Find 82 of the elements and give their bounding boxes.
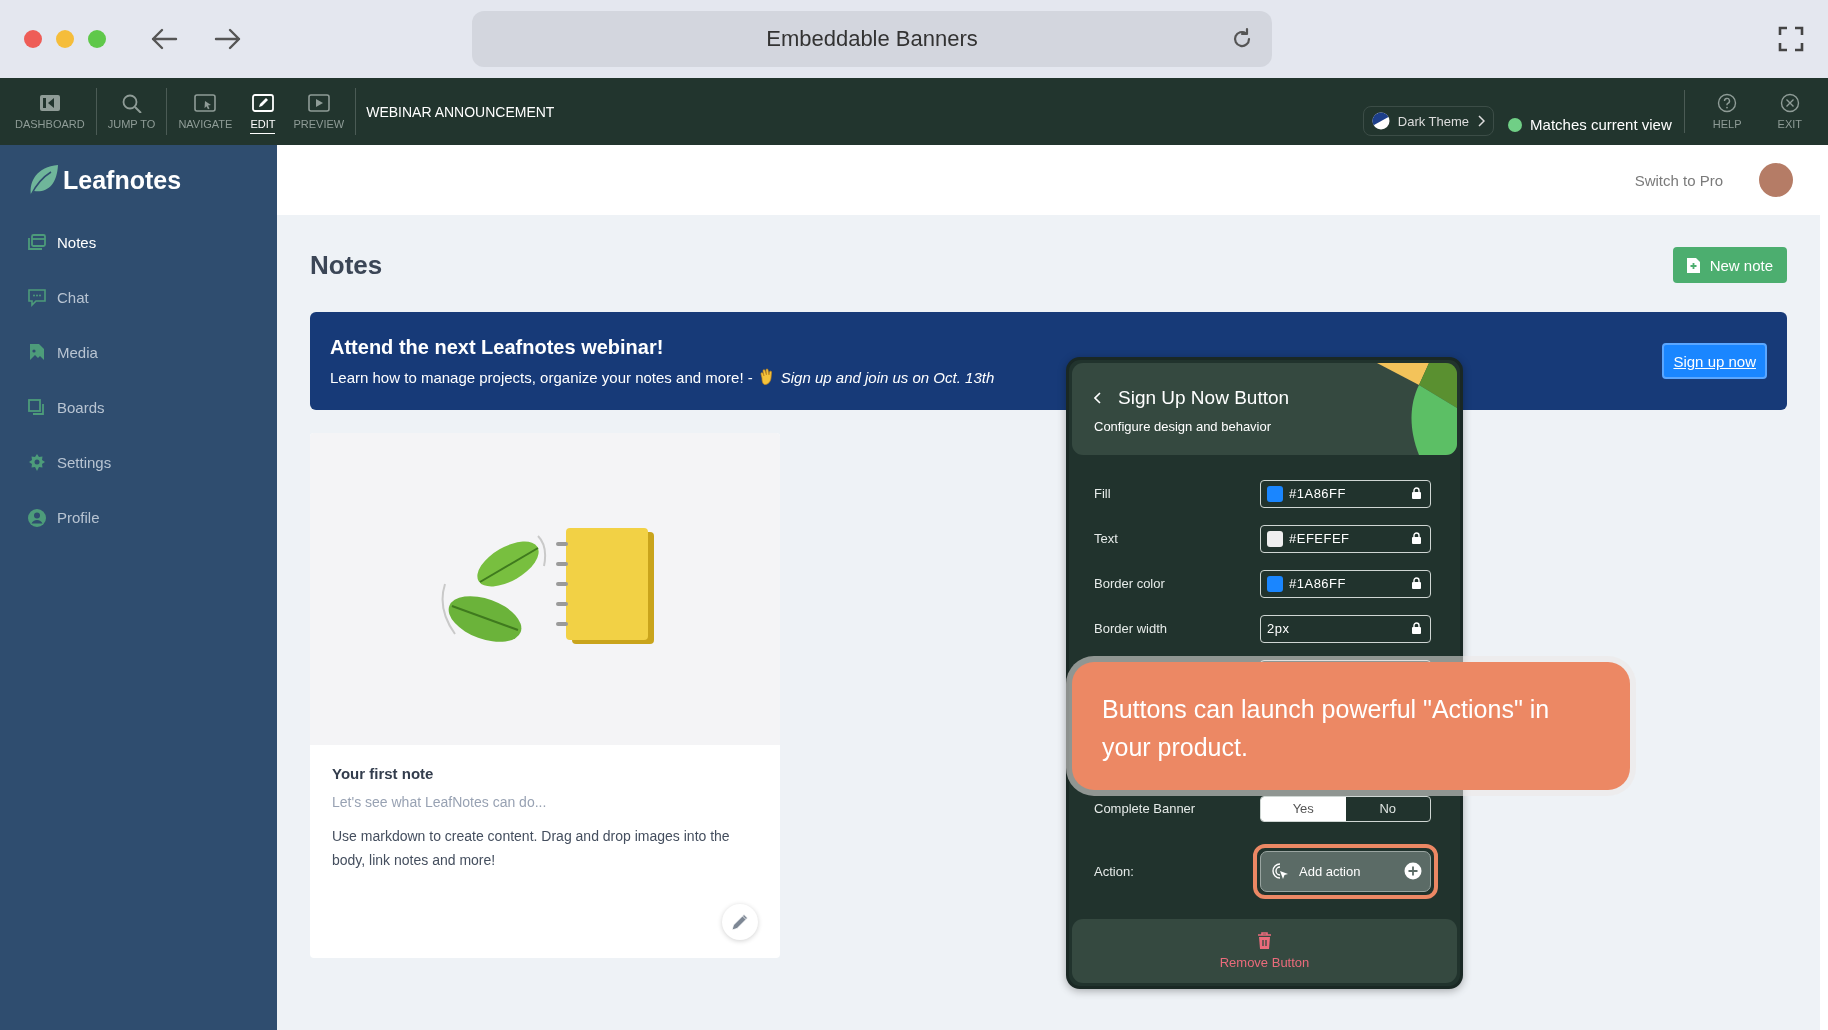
page-heading: Notes — [310, 249, 383, 281]
input-field[interactable]: #EFEFEF — [1260, 524, 1431, 553]
toolbar-tab[interactable]: EDIT — [241, 78, 285, 145]
lock-icon — [1411, 487, 1422, 500]
sign-up-button[interactable]: Sign up now — [1662, 343, 1767, 379]
note-subtitle: Let's see what LeafNotes can do... — [332, 794, 548, 810]
help-icon — [1717, 93, 1738, 113]
back-arrow-icon[interactable] — [150, 27, 178, 51]
play-icon — [307, 93, 330, 113]
field-label: Text — [1094, 531, 1119, 546]
sidebar-item[interactable]: Notes — [27, 215, 97, 270]
lock-icon — [1411, 532, 1422, 545]
add-action-button[interactable]: Add action — [1260, 850, 1431, 892]
edit-button[interactable] — [722, 904, 758, 940]
boards-icon — [27, 397, 47, 418]
theme-selector[interactable]: Dark Theme — [1362, 106, 1495, 136]
note-title: Your first note — [332, 765, 435, 782]
status-text: Matches current view — [1530, 116, 1672, 133]
forward-arrow-icon[interactable] — [214, 27, 242, 51]
color-swatch[interactable] — [1267, 530, 1283, 547]
input-field[interactable]: #1A86FF — [1260, 479, 1431, 508]
field-label: Fill — [1094, 486, 1112, 501]
pencil-icon — [731, 913, 749, 931]
settings-icon — [27, 452, 47, 473]
exit-button[interactable]: EXIT — [1759, 78, 1820, 145]
image-file-icon — [27, 342, 47, 363]
close-icon — [1779, 93, 1800, 113]
toolbar-tab[interactable]: NAVIGATE — [169, 78, 242, 145]
notes-icon — [27, 232, 47, 253]
toolbar-tab[interactable]: JUMP TO — [98, 78, 165, 145]
back-chevron-icon[interactable] — [1094, 392, 1102, 404]
theme-icon — [1371, 112, 1390, 130]
sidebar-item[interactable]: Media — [27, 325, 98, 380]
pencil-icon — [251, 93, 274, 113]
sidebar-item[interactable]: Profile — [27, 490, 100, 545]
click-cursor-icon — [1271, 862, 1289, 880]
banner-call-to-action: Sign up and join us on Oct. 13th — [780, 368, 995, 386]
window-control-button[interactable] — [24, 30, 42, 48]
search-icon — [120, 93, 143, 113]
sidebar-item[interactable]: Chat — [27, 270, 89, 325]
avatar[interactable] — [1759, 163, 1793, 197]
field-label: Border color — [1094, 576, 1166, 591]
profile-icon — [27, 507, 47, 528]
chat-icon — [27, 287, 47, 308]
banner-title: Attend the next Leafnotes webinar! — [330, 336, 665, 359]
input-field[interactable]: 2px — [1260, 614, 1431, 643]
lock-icon — [1411, 577, 1422, 590]
document-icon — [1686, 257, 1700, 273]
toggle-option[interactable]: No — [1345, 796, 1430, 821]
toolbar-tab[interactable]: PREVIEW — [284, 78, 354, 145]
page-title: Embeddable Banners — [766, 26, 978, 52]
note-card[interactable]: Your first note Let's see what LeafNotes can do... Use markdown to create content. Drag and drop images into the body, link notes and more! — [310, 433, 780, 958]
cursor-icon — [194, 93, 217, 113]
brand-name: Leafnotes — [63, 165, 182, 195]
status-dot — [1508, 117, 1523, 132]
input-field[interactable]: #1A86FF — [1260, 569, 1431, 598]
banner-name: WEBINAR ANNOUNCEMENT — [366, 103, 555, 120]
upgrade-link[interactable]: Switch to Pro — [1634, 171, 1723, 189]
remove-button[interactable]: Remove Button — [1072, 919, 1457, 983]
color-swatch[interactable] — [1267, 575, 1283, 592]
toolbar-tab[interactable]: DASHBOARD — [6, 78, 94, 145]
note-body: Use markdown to create content. Drag and drop images into the body, link notes and more! — [332, 827, 731, 870]
chevron-right-icon — [1477, 115, 1486, 127]
plus-circle-icon — [1404, 862, 1422, 880]
lock-icon — [1411, 622, 1422, 635]
panel-subtitle: Configure design and behavior — [1094, 419, 1273, 434]
sidebar-item[interactable]: Boards — [27, 380, 105, 435]
sidebar-item[interactable]: Settings — [27, 435, 112, 490]
tooltip-text: Buttons can launch powerful "Actions" in your product. — [1102, 694, 1551, 763]
dashboard-icon — [38, 93, 61, 113]
banner-text: Learn how to manage projects, organize your notes and more! - — [330, 368, 753, 386]
color-swatch[interactable] — [1267, 485, 1283, 502]
field-label: Border width — [1094, 621, 1168, 636]
trash-icon — [1257, 932, 1272, 949]
new-note-button[interactable]: New note — [1672, 247, 1787, 283]
leaf-icon — [27, 163, 59, 197]
fullscreen-icon[interactable] — [1778, 26, 1804, 52]
field-label: Action: — [1094, 863, 1135, 879]
panel-title: Sign Up Now Button — [1118, 387, 1290, 409]
field-label: Complete Banner — [1094, 801, 1197, 816]
toggle-option[interactable]: Yes — [1261, 796, 1346, 821]
help-button[interactable]: HELP — [1694, 78, 1760, 145]
